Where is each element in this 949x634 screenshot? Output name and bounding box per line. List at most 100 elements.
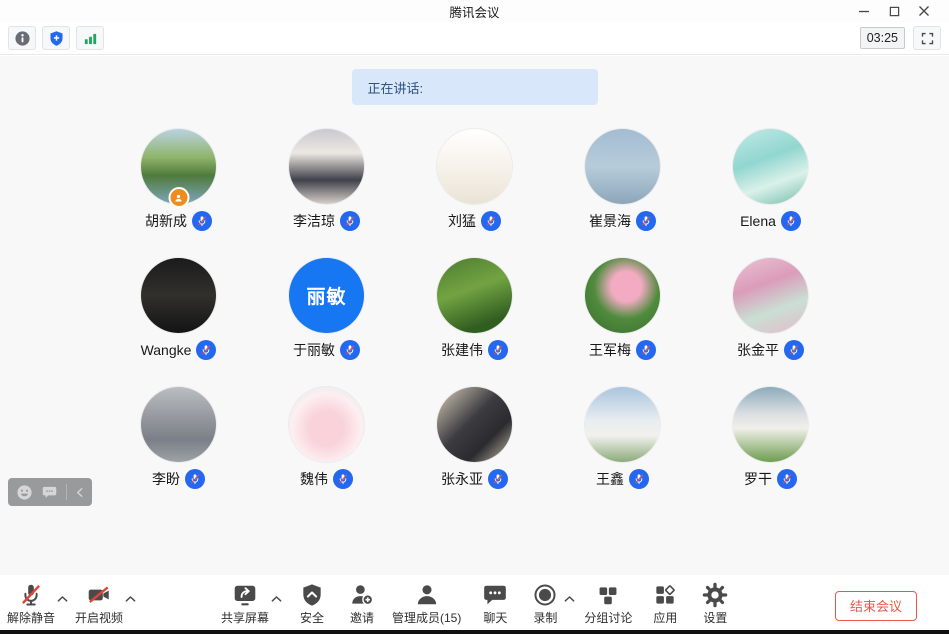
participant-tile[interactable]: 王鑫: [549, 387, 697, 489]
apps-label: 应用: [653, 609, 677, 626]
manage-members-label: 管理成员(15): [392, 609, 461, 626]
participant-tile[interactable]: 刘猛: [401, 129, 549, 231]
participant-tile[interactable]: Wangke: [105, 258, 253, 360]
mic-muted-icon: [488, 340, 508, 360]
mic-muted-icon: [629, 469, 649, 489]
avatar: [437, 258, 512, 333]
meeting-info-button[interactable]: [8, 26, 36, 50]
invite-person-icon: [349, 581, 375, 608]
close-icon: [918, 5, 930, 17]
apps-button[interactable]: 应用: [647, 581, 683, 626]
participant-name: 王鑫: [596, 469, 624, 489]
mic-muted-icon: [636, 340, 656, 360]
chevron-up-icon: [57, 595, 68, 603]
mic-muted-icon: [340, 211, 360, 231]
invite-button[interactable]: 邀请: [344, 581, 380, 626]
speaking-banner-label: 正在讲话:: [368, 78, 424, 97]
mic-muted-icon: [333, 469, 353, 489]
info-icon: [14, 30, 31, 47]
mic-muted-icon: [481, 211, 501, 231]
title-bar: 腾讯会议: [0, 0, 949, 22]
record-label: 录制: [533, 609, 557, 626]
participant-tile[interactable]: 王军梅: [549, 258, 697, 360]
mic-muted-icon: [781, 211, 801, 231]
avatar: [585, 129, 660, 204]
participant-tile[interactable]: Elena: [697, 129, 845, 231]
share-options-chevron[interactable]: [271, 590, 282, 608]
share-screen-icon: [232, 581, 258, 608]
unmute-label: 解除静音: [7, 609, 55, 626]
participant-name: 崔景海: [589, 211, 631, 231]
breakout-rooms-button[interactable]: 分组讨论: [583, 581, 633, 626]
audio-options-chevron[interactable]: [57, 590, 68, 608]
security-button[interactable]: 安全: [294, 581, 330, 626]
mic-muted-icon: [777, 469, 797, 489]
participant-name: 张金平: [737, 340, 779, 360]
fullscreen-icon: [920, 31, 935, 46]
mic-muted-icon: [784, 340, 804, 360]
avatar-initials: 丽敏: [306, 282, 346, 309]
start-video-button[interactable]: 开启视频: [74, 581, 124, 626]
participant-tile[interactable]: 胡新成: [105, 129, 253, 231]
collapse-panel-button[interactable]: [75, 486, 84, 499]
participant-name: 胡新成: [145, 211, 187, 231]
record-button[interactable]: 录制: [527, 581, 563, 626]
meeting-timer: 03:25: [860, 27, 905, 49]
shield-plus-icon: [48, 30, 65, 47]
chat-button[interactable]: 聊天: [477, 581, 513, 626]
mic-muted-icon: [340, 340, 360, 360]
mic-muted-icon: [185, 469, 205, 489]
participant-tile[interactable]: 李洁琼: [253, 129, 401, 231]
top-toolbar: 03:25: [0, 22, 949, 55]
maximize-icon: [889, 6, 900, 17]
participant-name: 王军梅: [589, 340, 631, 360]
network-quality-button[interactable]: [76, 26, 104, 50]
participant-name: 罗干: [744, 469, 772, 489]
fullscreen-button[interactable]: [913, 26, 941, 50]
participant-name: 于丽敏: [293, 340, 335, 360]
participant-name: 刘猛: [448, 211, 476, 231]
unmute-button[interactable]: 解除静音: [6, 581, 56, 626]
participant-tile[interactable]: 张金平: [697, 258, 845, 360]
participant-tile[interactable]: 崔景海: [549, 129, 697, 231]
avatar: [289, 129, 364, 204]
participant-name: Elena: [740, 213, 776, 229]
end-meeting-button[interactable]: 结束会议: [835, 591, 917, 621]
smiley-icon: [16, 484, 33, 501]
settings-label: 设置: [703, 609, 727, 626]
participant-tile[interactable]: 张永亚: [401, 387, 549, 489]
participant-name: 李洁琼: [293, 211, 335, 231]
avatar: [141, 258, 216, 333]
chat-icon: [482, 581, 508, 608]
participant-tile[interactable]: 张建伟: [401, 258, 549, 360]
participant-name: Wangke: [141, 342, 192, 358]
avatar: [437, 129, 512, 204]
record-options-chevron[interactable]: [564, 590, 575, 608]
participant-tile[interactable]: 魏伟: [253, 387, 401, 489]
participant-tile[interactable]: 丽敏 于丽敏: [253, 258, 401, 360]
close-button[interactable]: [909, 0, 939, 22]
participant-tile[interactable]: 李盼: [105, 387, 253, 489]
participant-tile[interactable]: 罗干: [697, 387, 845, 489]
camera-muted-icon: [86, 581, 112, 608]
record-icon: [532, 581, 558, 608]
mic-muted-icon: [192, 211, 212, 231]
invite-label: 邀请: [350, 609, 374, 626]
chevron-up-icon: [564, 595, 575, 603]
settings-gear-icon: [702, 581, 728, 608]
meeting-security-button[interactable]: [42, 26, 70, 50]
chat-label: 聊天: [483, 609, 507, 626]
signal-bars-icon: [82, 30, 99, 47]
settings-button[interactable]: 设置: [697, 581, 733, 626]
bottom-edge-strip: [0, 630, 949, 634]
host-badge-icon: [168, 187, 189, 208]
video-options-chevron[interactable]: [125, 590, 136, 608]
manage-members-button[interactable]: 管理成员(15): [392, 581, 461, 626]
minimize-button[interactable]: [849, 0, 879, 22]
quick-chat-button[interactable]: [41, 484, 58, 501]
emoji-reaction-button[interactable]: [16, 484, 33, 501]
participant-grid: 胡新成 李洁琼 刘猛: [105, 129, 845, 489]
mic-muted-icon: [196, 340, 216, 360]
share-screen-button[interactable]: 共享屏幕: [220, 581, 270, 626]
maximize-button[interactable]: [879, 0, 909, 22]
